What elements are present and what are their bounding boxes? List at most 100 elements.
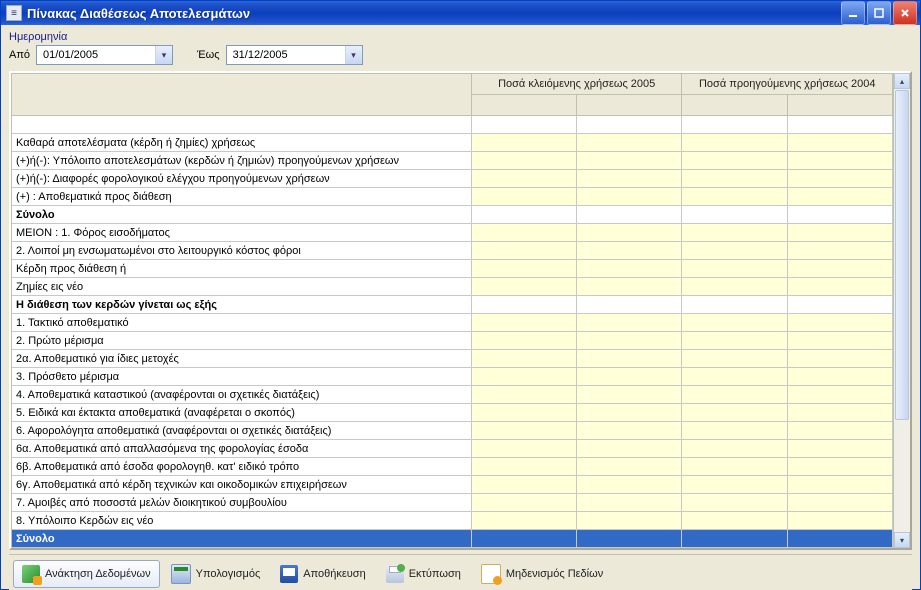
amount-cell[interactable] [471, 512, 576, 530]
amount-cell[interactable] [682, 242, 787, 260]
amount-cell[interactable] [682, 188, 787, 206]
minimize-button[interactable] [841, 1, 865, 25]
amount-cell[interactable] [471, 260, 576, 278]
amount-cell[interactable] [471, 386, 576, 404]
amount-cell[interactable] [577, 224, 682, 242]
amount-cell[interactable] [787, 116, 892, 134]
date-to-input[interactable] [231, 48, 345, 62]
table-row[interactable] [12, 116, 893, 134]
amount-cell[interactable] [682, 494, 787, 512]
amount-cell[interactable] [787, 368, 892, 386]
amount-cell[interactable] [682, 170, 787, 188]
row-label[interactable]: Σύνολο [12, 530, 472, 548]
row-label[interactable]: 3. Πρόσθετο μέρισμα [12, 368, 472, 386]
row-label[interactable]: 7. Αμοιβές από ποσοστά μελών διοικητικού… [12, 494, 472, 512]
amount-cell[interactable] [682, 350, 787, 368]
amount-cell[interactable] [471, 170, 576, 188]
save-button[interactable]: Αποθήκευση [271, 560, 374, 588]
row-label[interactable]: Κέρδη προς διάθεση ή [12, 260, 472, 278]
row-label[interactable] [12, 116, 472, 134]
row-label[interactable]: 1. Τακτικό αποθεματικό [12, 314, 472, 332]
row-label[interactable]: 6. Αφορολόγητα αποθεματικά (αναφέρονται … [12, 422, 472, 440]
table-row[interactable]: Κέρδη προς διάθεση ή [12, 260, 893, 278]
amount-cell[interactable] [471, 152, 576, 170]
amount-cell[interactable] [787, 386, 892, 404]
col-description[interactable] [12, 74, 472, 116]
amount-cell[interactable] [577, 260, 682, 278]
calculate-button[interactable]: Υπολογισμός [162, 559, 270, 589]
amount-cell[interactable] [787, 206, 892, 224]
amount-cell[interactable] [577, 404, 682, 422]
amount-cell[interactable] [577, 368, 682, 386]
row-label[interactable]: 2. Λοιποί μη ενσωματωμένοι στο λειτουργι… [12, 242, 472, 260]
amount-cell[interactable] [471, 476, 576, 494]
amount-cell[interactable] [787, 350, 892, 368]
reset-fields-button[interactable]: Μηδενισμός Πεδίων [472, 559, 612, 589]
amount-cell[interactable] [577, 512, 682, 530]
amount-cell[interactable] [787, 134, 892, 152]
table-row[interactable]: 4. Αποθεματικά καταστικού (αναφέρονται ο… [12, 386, 893, 404]
row-label[interactable]: Ζημίες εις νέο [12, 278, 472, 296]
amount-cell[interactable] [682, 224, 787, 242]
table-row[interactable]: 2α. Αποθεματικό για ίδιες μετοχές [12, 350, 893, 368]
amount-cell[interactable] [682, 206, 787, 224]
col-current-period[interactable]: Ποσά κλειόμενης χρήσεως 2005 [471, 74, 682, 95]
amount-cell[interactable] [471, 242, 576, 260]
amount-cell[interactable] [682, 296, 787, 314]
row-label[interactable]: 6β. Αποθεματικά από έσοδα φορολογηθ. κατ… [12, 458, 472, 476]
col-current-a[interactable] [471, 95, 576, 116]
row-label[interactable]: 5. Ειδικά και έκτακτα αποθεματικά (αναφέ… [12, 404, 472, 422]
amount-cell[interactable] [787, 278, 892, 296]
amount-cell[interactable] [471, 350, 576, 368]
amount-cell[interactable] [682, 314, 787, 332]
table-row[interactable]: Η διάθεση των κερδών γίνεται ως εξής [12, 296, 893, 314]
table-row[interactable]: 6β. Αποθεματικά από έσοδα φορολογηθ. κατ… [12, 458, 893, 476]
amount-cell[interactable] [787, 188, 892, 206]
fetch-data-button[interactable]: Ανάκτηση Δεδομένων [13, 560, 160, 588]
row-label[interactable]: 4. Αποθεματικά καταστικού (αναφέρονται ο… [12, 386, 472, 404]
maximize-button[interactable] [867, 1, 891, 25]
amount-cell[interactable] [787, 260, 892, 278]
amount-cell[interactable] [577, 494, 682, 512]
amount-cell[interactable] [682, 368, 787, 386]
row-label[interactable]: Καθαρά αποτελέσματα (κέρδη ή ζημίες) χρή… [12, 134, 472, 152]
amount-cell[interactable] [787, 332, 892, 350]
row-label[interactable]: 8. Υπόλοιπο Κερδών εις νέο [12, 512, 472, 530]
scroll-up-button[interactable]: ▴ [894, 73, 910, 89]
amount-cell[interactable] [577, 476, 682, 494]
amount-cell[interactable] [682, 422, 787, 440]
amount-cell[interactable] [577, 152, 682, 170]
table-row[interactable]: 5. Ειδικά και έκτακτα αποθεματικά (αναφέ… [12, 404, 893, 422]
amount-cell[interactable] [787, 512, 892, 530]
amount-cell[interactable] [682, 332, 787, 350]
amount-cell[interactable] [577, 242, 682, 260]
table-row[interactable]: (+)ή(-): Διαφορές φορολογικού ελέγχου πρ… [12, 170, 893, 188]
table-row[interactable]: (+)ή(-): Υπόλοιπο αποτελεσμάτων (κερδών … [12, 152, 893, 170]
amount-cell[interactable] [471, 494, 576, 512]
amount-cell[interactable] [577, 206, 682, 224]
amount-cell[interactable] [577, 350, 682, 368]
amount-cell[interactable] [787, 152, 892, 170]
amount-cell[interactable] [577, 188, 682, 206]
amount-cell[interactable] [682, 278, 787, 296]
amount-cell[interactable] [682, 260, 787, 278]
amount-cell[interactable] [471, 368, 576, 386]
amount-cell[interactable] [682, 530, 787, 548]
amount-cell[interactable] [471, 458, 576, 476]
table-row[interactable]: (+) : Αποθεματικά προς διάθεση [12, 188, 893, 206]
amount-cell[interactable] [787, 530, 892, 548]
amount-cell[interactable] [682, 116, 787, 134]
amount-cell[interactable] [787, 296, 892, 314]
amount-cell[interactable] [577, 134, 682, 152]
print-button[interactable]: Εκτύπωση [377, 560, 470, 588]
amount-cell[interactable] [471, 278, 576, 296]
amount-cell[interactable] [577, 440, 682, 458]
amount-cell[interactable] [471, 404, 576, 422]
amount-cell[interactable] [471, 332, 576, 350]
scroll-thumb[interactable] [895, 90, 909, 420]
amount-cell[interactable] [682, 458, 787, 476]
row-label[interactable]: 2α. Αποθεματικό για ίδιες μετοχές [12, 350, 472, 368]
amount-cell[interactable] [787, 242, 892, 260]
chevron-down-icon[interactable]: ▾ [345, 46, 362, 64]
table-row[interactable]: 2. Λοιποί μη ενσωματωμένοι στο λειτουργι… [12, 242, 893, 260]
